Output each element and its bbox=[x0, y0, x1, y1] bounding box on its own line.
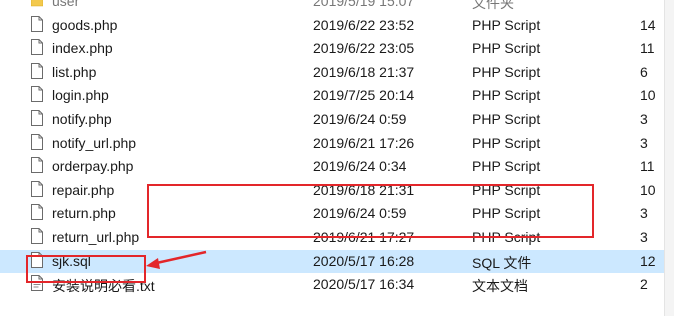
file-row[interactable]: notify_url.php 2019/6/21 17:26 PHP Script 3 bbox=[0, 132, 664, 155]
file-row[interactable]: notify.php 2019/6/24 0:59 PHP Script 3 bbox=[0, 108, 664, 131]
file-size: 6 bbox=[640, 63, 648, 80]
file-size: 2 bbox=[640, 276, 648, 293]
php-file-icon bbox=[31, 86, 43, 103]
php-file-icon bbox=[31, 157, 43, 174]
file-date-modified: 2019/5/19 15:07 bbox=[313, 0, 415, 9]
file-date-modified: 2019/7/25 20:14 bbox=[313, 87, 415, 104]
file-type: PHP Script bbox=[472, 87, 541, 104]
file-name: orderpay.php bbox=[52, 158, 134, 175]
file-row[interactable]: goods.php 2019/6/22 23:52 PHP Script 14 bbox=[0, 14, 664, 37]
file-type: SQL 文件 bbox=[472, 254, 532, 271]
file-type: PHP Script bbox=[472, 16, 541, 33]
file-size: 3 bbox=[640, 229, 648, 245]
file-date-modified: 2019/6/24 0:34 bbox=[313, 158, 407, 175]
file-date-modified: 2019/6/21 17:26 bbox=[313, 134, 415, 151]
file-size: 3 bbox=[640, 134, 648, 151]
file-size: 11 bbox=[640, 158, 655, 175]
file-name: notify_url.php bbox=[52, 134, 137, 151]
file-size: 3 bbox=[640, 111, 648, 127]
annotation-arrow bbox=[146, 250, 207, 269]
php-file-icon bbox=[31, 180, 43, 197]
file-name: list.php bbox=[52, 63, 97, 80]
annotation-box-sjk-sql bbox=[26, 255, 146, 283]
file-type: PHP Script bbox=[472, 63, 541, 80]
file-date-modified: 2019/6/24 0:59 bbox=[313, 111, 407, 127]
file-name: return_url.php bbox=[52, 229, 140, 245]
file-row[interactable]: user 2019/5/19 15:07 文件夹 bbox=[0, 0, 664, 13]
file-size: 12 bbox=[640, 252, 656, 269]
file-row[interactable]: login.php 2019/7/25 20:14 PHP Script 10 bbox=[0, 84, 664, 107]
file-type: 文本文档 bbox=[472, 278, 528, 295]
php-file-icon bbox=[31, 228, 43, 244]
php-file-icon bbox=[31, 62, 43, 79]
file-size: 10 bbox=[640, 87, 656, 104]
file-name: index.php bbox=[52, 40, 113, 57]
php-file-icon bbox=[31, 204, 43, 221]
php-file-icon bbox=[31, 133, 43, 150]
vertical-scrollbar[interactable] bbox=[664, 0, 674, 316]
file-type: PHP Script bbox=[472, 134, 541, 151]
file-size: 14 bbox=[640, 16, 656, 33]
folder-icon bbox=[30, 0, 44, 8]
file-name: user bbox=[52, 0, 80, 9]
file-name: goods.php bbox=[52, 16, 118, 33]
file-name: return.php bbox=[52, 205, 116, 222]
file-row[interactable]: orderpay.php 2019/6/24 0:34 PHP Script 11 bbox=[0, 155, 664, 178]
annotation-box-date-highlight bbox=[147, 184, 594, 238]
file-type: 文件夹 bbox=[472, 0, 514, 11]
file-date-modified: 2019/6/22 23:05 bbox=[313, 40, 415, 57]
file-type: PHP Script bbox=[472, 111, 541, 127]
file-name: login.php bbox=[52, 87, 109, 104]
file-type: PHP Script bbox=[472, 158, 541, 175]
file-date-modified: 2019/6/22 23:52 bbox=[313, 16, 415, 33]
file-row[interactable]: list.php 2019/6/18 21:37 PHP Script 6 bbox=[0, 61, 664, 84]
file-date-modified: 2020/5/17 16:28 bbox=[313, 252, 415, 269]
file-date-modified: 2019/6/18 21:37 bbox=[313, 63, 415, 80]
file-row[interactable]: index.php 2019/6/22 23:05 PHP Script 11 bbox=[0, 37, 664, 60]
file-name: repair.php bbox=[52, 181, 115, 198]
php-file-icon bbox=[31, 15, 43, 32]
file-name: notify.php bbox=[52, 111, 112, 127]
file-size: 11 bbox=[640, 40, 655, 57]
file-type: PHP Script bbox=[472, 40, 541, 57]
php-file-icon bbox=[31, 110, 43, 126]
file-date-modified: 2020/5/17 16:34 bbox=[313, 276, 415, 293]
php-file-icon bbox=[31, 39, 43, 56]
file-size: 3 bbox=[640, 205, 648, 222]
file-size: 10 bbox=[640, 181, 656, 198]
